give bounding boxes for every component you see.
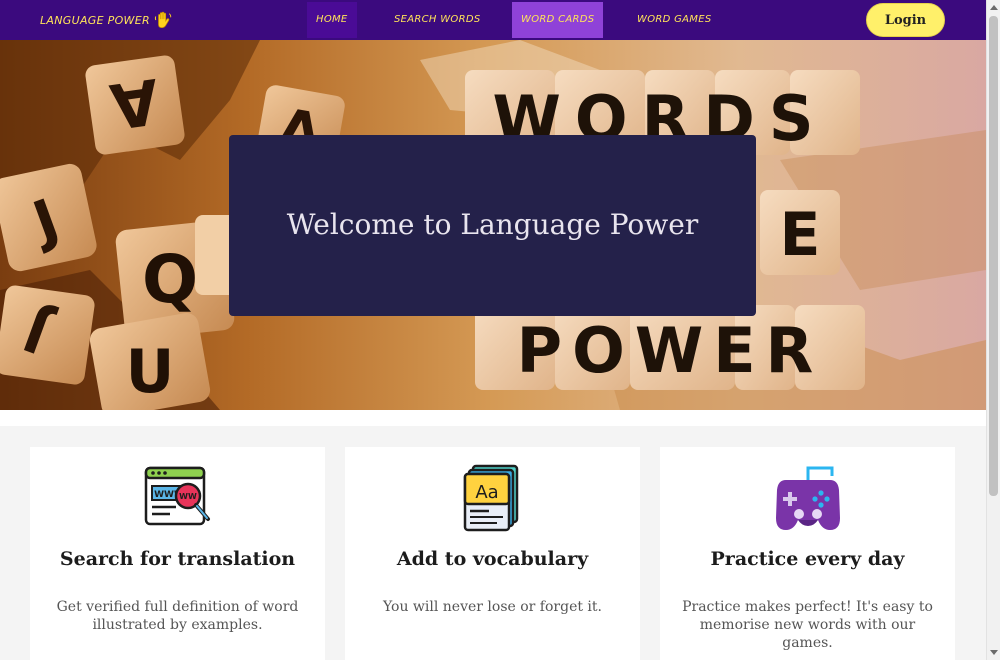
feature-description: Practice makes perfect! It's easy to mem… bbox=[682, 599, 933, 651]
svg-text:Q: Q bbox=[142, 241, 198, 318]
svg-text:U: U bbox=[126, 337, 175, 407]
svg-text:WW: WW bbox=[179, 492, 197, 501]
waving-hand-icon bbox=[154, 11, 172, 29]
page-title: Welcome to Language Power bbox=[286, 208, 699, 241]
section-divider bbox=[0, 410, 986, 426]
brand-name: LANGUAGE POWER bbox=[40, 13, 150, 27]
hero-banner: A V J Q J U WORDS E POWER Welcome to Lan… bbox=[0, 40, 986, 410]
svg-text:A: A bbox=[106, 64, 164, 143]
svg-text:E: E bbox=[780, 200, 821, 270]
nav-search-words[interactable]: SEARCH WORDS bbox=[385, 2, 490, 38]
nav-home[interactable]: HOME bbox=[307, 2, 357, 38]
feature-description: You will never lose or forget it. bbox=[382, 599, 602, 615]
top-navbar: LANGUAGE POWER HOME SEARCH WORDS WORD CA… bbox=[0, 0, 986, 40]
welcome-panel: Welcome to Language Power bbox=[229, 135, 756, 316]
feature-card-vocabulary: Aa Add to vocabulary You will never lose… bbox=[345, 447, 640, 660]
brand-link[interactable]: LANGUAGE POWER bbox=[40, 11, 172, 29]
scrollbar-thumb[interactable] bbox=[989, 16, 998, 496]
svg-text:POWER: POWER bbox=[517, 314, 824, 387]
scroll-down-arrow-icon[interactable] bbox=[990, 650, 998, 655]
web-search-icon: WWW WW bbox=[144, 466, 210, 526]
nav-word-cards[interactable]: WORD CARDS bbox=[512, 2, 604, 38]
nav-word-games[interactable]: WORD GAMES bbox=[628, 2, 720, 38]
feature-card-search: WWW WW Search for translation Get verifi… bbox=[30, 447, 325, 660]
feature-card-practice: Practice every day Practice makes perfec… bbox=[660, 447, 955, 660]
feature-title: Practice every day bbox=[710, 548, 905, 570]
svg-text:Aa: Aa bbox=[475, 482, 498, 503]
gamepad-icon bbox=[775, 466, 840, 530]
feature-title: Add to vocabulary bbox=[396, 548, 589, 570]
vocabulary-book-icon: Aa bbox=[463, 464, 518, 532]
feature-title: Search for translation bbox=[59, 548, 296, 570]
scroll-up-arrow-icon[interactable] bbox=[990, 5, 998, 10]
feature-description: Get verified full definition of word ill… bbox=[56, 599, 299, 633]
page-scrollbar[interactable] bbox=[986, 0, 1000, 660]
login-button[interactable]: Login bbox=[866, 3, 945, 37]
